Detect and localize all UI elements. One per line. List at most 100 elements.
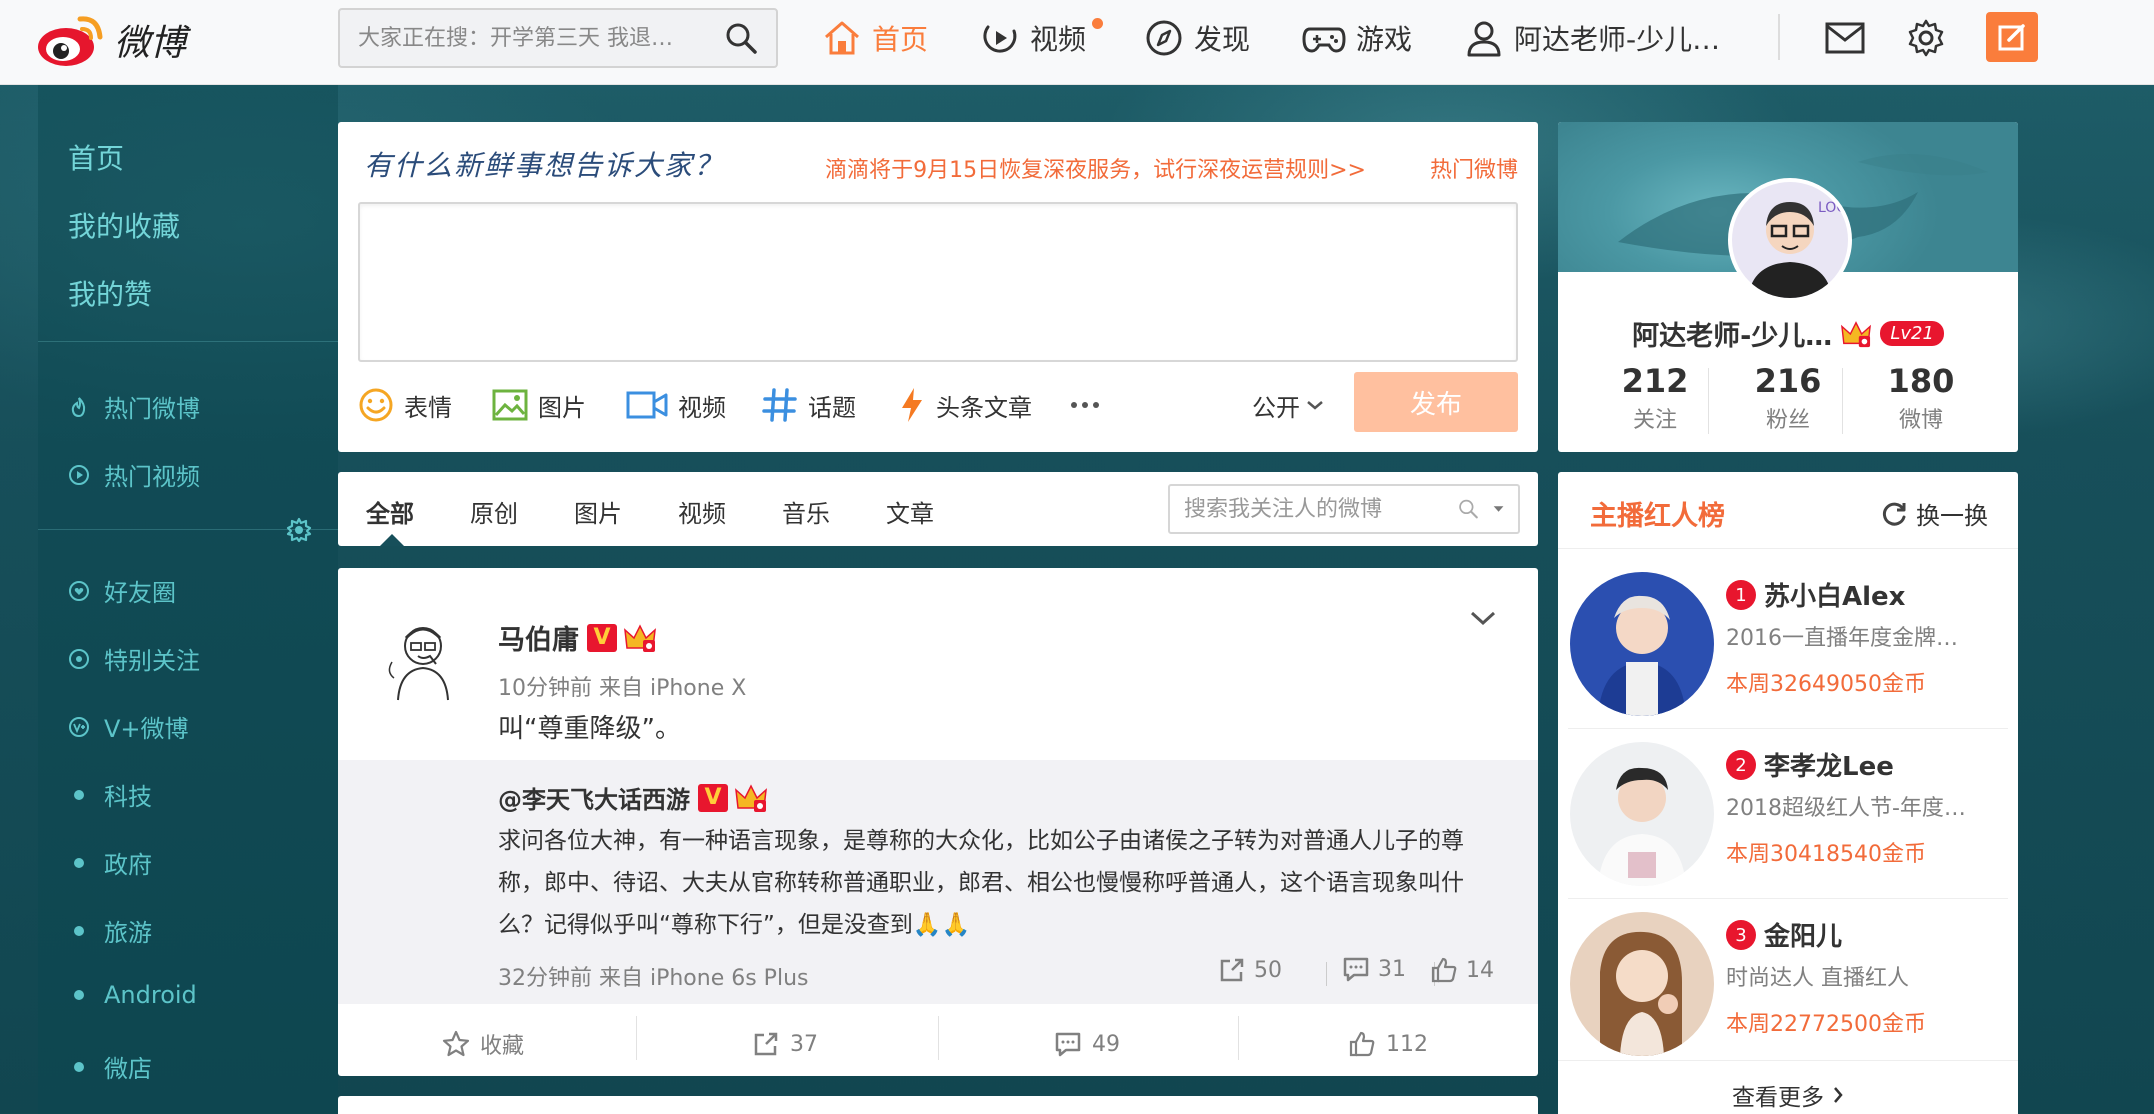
sidebar-item-android[interactable]: Android (68, 981, 197, 1009)
tab-articles[interactable]: 文章 (886, 494, 934, 529)
streamer-avatar[interactable] (1570, 912, 1714, 1056)
favorite-button[interactable]: 收藏 (442, 1024, 524, 1064)
video-button[interactable]: 视频 (626, 384, 726, 426)
sidebar-item-friends-circle[interactable]: 好友圈 (68, 573, 176, 608)
news-link[interactable]: 滴滴将于9月15日恢复深夜服务，试行深夜运营规则>> (825, 152, 1366, 184)
verified-badge: V (587, 623, 617, 652)
weibo-eye-icon (38, 16, 103, 66)
profile-avatar[interactable]: LOOP (1728, 178, 1852, 302)
repost-comment-button[interactable]: 31 (1342, 956, 1406, 982)
streamer-desc: 2016一直播年度金牌… (1726, 626, 1958, 651)
compose-button[interactable] (1986, 12, 2038, 62)
profile-name[interactable]: 阿达老师-少儿… Lv21 (1558, 314, 2018, 353)
emoji-button[interactable]: 表情 (358, 384, 452, 426)
nav-video[interactable]: 视频 (980, 0, 1103, 76)
lightning-icon (902, 388, 922, 422)
sidebar-item-vplus[interactable]: V+微博 (68, 709, 189, 744)
sidebar-item-special-follow[interactable]: 特别关注 (68, 641, 200, 676)
topic-button[interactable]: 话题 (762, 384, 856, 426)
more-tools-button[interactable] (1070, 384, 1110, 426)
streamer-name[interactable]: 李孝龙Lee (1764, 746, 1894, 783)
sidebar-item-government[interactable]: 政府 (68, 845, 152, 880)
global-search-input[interactable] (358, 25, 724, 51)
composer-card: 有什么新鲜事想告诉大家？ 滴滴将于9月15日恢复深夜服务，试行深夜运营规则>> … (338, 122, 1538, 452)
streamer-avatar[interactable] (1570, 742, 1714, 886)
stat-posts[interactable]: 180 微博 (1856, 362, 1986, 434)
chevron-down-icon[interactable] (1468, 608, 1498, 628)
bullet-dot (74, 925, 84, 936)
nav-profile[interactable]: 阿达老师-少儿… (1464, 0, 1720, 76)
ranking-item[interactable]: 3 金阳儿 时尚达人 直播红人 本周22772500金币 (1558, 898, 2018, 1068)
headline-article-button[interactable]: 头条文章 (898, 384, 1032, 426)
ranking-item[interactable]: 2 李孝龙Lee 2018超级红人节-年度… 本周30418540金币 (1558, 728, 2018, 898)
repost-share-button[interactable]: 50 (1218, 956, 1282, 984)
tab-music[interactable]: 音乐 (782, 494, 830, 529)
tab-images[interactable]: 图片 (574, 494, 622, 529)
sidebar-item-hot-weibo[interactable]: 热门微博 (68, 389, 200, 424)
composer-textarea[interactable] (358, 202, 1518, 362)
crown-icon (735, 783, 767, 812)
tab-video[interactable]: 视频 (678, 494, 726, 529)
stat-followers[interactable]: 216 粉丝 (1723, 362, 1853, 434)
image-button[interactable]: 图片 (492, 384, 586, 426)
sidebar-item-hot-video[interactable]: 热门视频 (68, 457, 200, 492)
gear-icon[interactable] (286, 517, 312, 543)
follow-search-box[interactable] (1168, 484, 1520, 534)
crown-icon (624, 623, 656, 652)
mail-icon[interactable] (1824, 20, 1866, 56)
streamer-name[interactable]: 金阳儿 (1764, 916, 1842, 953)
cartoon-teacher-avatar: LOOP (1732, 182, 1848, 298)
reposted-content: @李天飞大话西游 V 求问各位大神，有一种语言现象，是尊称的大众化，比如公子由诸… (338, 760, 1538, 1004)
gamepad-icon (1302, 27, 1346, 53)
privacy-dropdown[interactable]: 公开 (1252, 384, 1324, 426)
sidebar-item-likes[interactable]: 我的赞 (68, 273, 152, 313)
gear-icon[interactable] (1906, 18, 1946, 58)
view-more-link[interactable]: 查看更多 (1558, 1078, 2018, 1112)
weibo-logo[interactable]: 微博 (36, 8, 206, 72)
profile-card: LOOP 阿达老师-少儿… Lv21 212 关注 216 粉丝 180 微博 (1558, 122, 2018, 452)
streamer-name[interactable]: 苏小白Alex (1764, 576, 1905, 613)
streamer-desc: 2018超级红人节-年度… (1726, 796, 1966, 821)
logo-text: 微博 (114, 23, 187, 64)
rank-number: 1 (1726, 580, 1756, 610)
image-icon (492, 389, 528, 421)
post-author[interactable]: 马伯庸 V (498, 618, 657, 657)
nav-home[interactable]: 首页 (822, 0, 928, 76)
nav-games[interactable]: 游戏 (1302, 0, 1412, 76)
share-button[interactable]: 37 (752, 1024, 818, 1064)
repost-like-button[interactable]: 14 (1430, 956, 1494, 984)
caret-down-icon[interactable] (1493, 504, 1504, 514)
hot-weibo-link[interactable]: 热门微博 (1430, 152, 1518, 184)
streamer-desc: 时尚达人 直播红人 (1726, 966, 1909, 991)
stat-following[interactable]: 212 关注 (1590, 362, 1720, 434)
comment-button[interactable]: 49 (1054, 1024, 1120, 1064)
tab-all[interactable]: 全部 (366, 494, 414, 529)
streamer-avatar[interactable] (1570, 572, 1714, 716)
sidebar-item-weidian[interactable]: 微店 (68, 1049, 152, 1084)
repost-author[interactable]: @李天飞大话西游 V (498, 780, 768, 815)
home-icon (825, 21, 859, 55)
streamer-gold: 本周32649050金币 (1726, 672, 1926, 697)
like-button[interactable]: 112 (1348, 1024, 1428, 1064)
search-icon[interactable] (1458, 494, 1479, 524)
smiley-icon (359, 388, 393, 422)
author-avatar[interactable] (378, 612, 468, 702)
ranking-item[interactable]: 1 苏小白Alex 2016一直播年度金牌… 本周32649050金币 (1558, 558, 2018, 728)
feed-post: 马伯庸 V 10分钟前 来自 iPhone X 叫“尊重降级”。 @李天飞大话西… (338, 568, 1538, 1076)
repost-meta: 32分钟前 来自 iPhone 6s Plus (498, 966, 809, 991)
share-icon (1220, 958, 1244, 982)
sidebar-item-travel[interactable]: 旅游 (68, 913, 152, 948)
follow-search-input[interactable] (1184, 496, 1458, 522)
global-search-box[interactable] (338, 8, 778, 68)
publish-button[interactable]: 发布 (1354, 372, 1518, 432)
tab-original[interactable]: 原创 (470, 494, 518, 529)
sidebar-item-favorites[interactable]: 我的收藏 (68, 205, 180, 245)
comment-icon (1343, 957, 1369, 982)
search-icon[interactable] (724, 21, 758, 55)
sidebar-item-tech[interactable]: 科技 (68, 777, 152, 812)
sidebar-item-home[interactable]: 首页 (68, 137, 124, 177)
refresh-button[interactable]: 换一换 (1880, 496, 1988, 531)
refresh-icon (1882, 502, 1906, 526)
nav-discover[interactable]: 发现 (1144, 0, 1250, 76)
flame-icon (71, 396, 86, 417)
